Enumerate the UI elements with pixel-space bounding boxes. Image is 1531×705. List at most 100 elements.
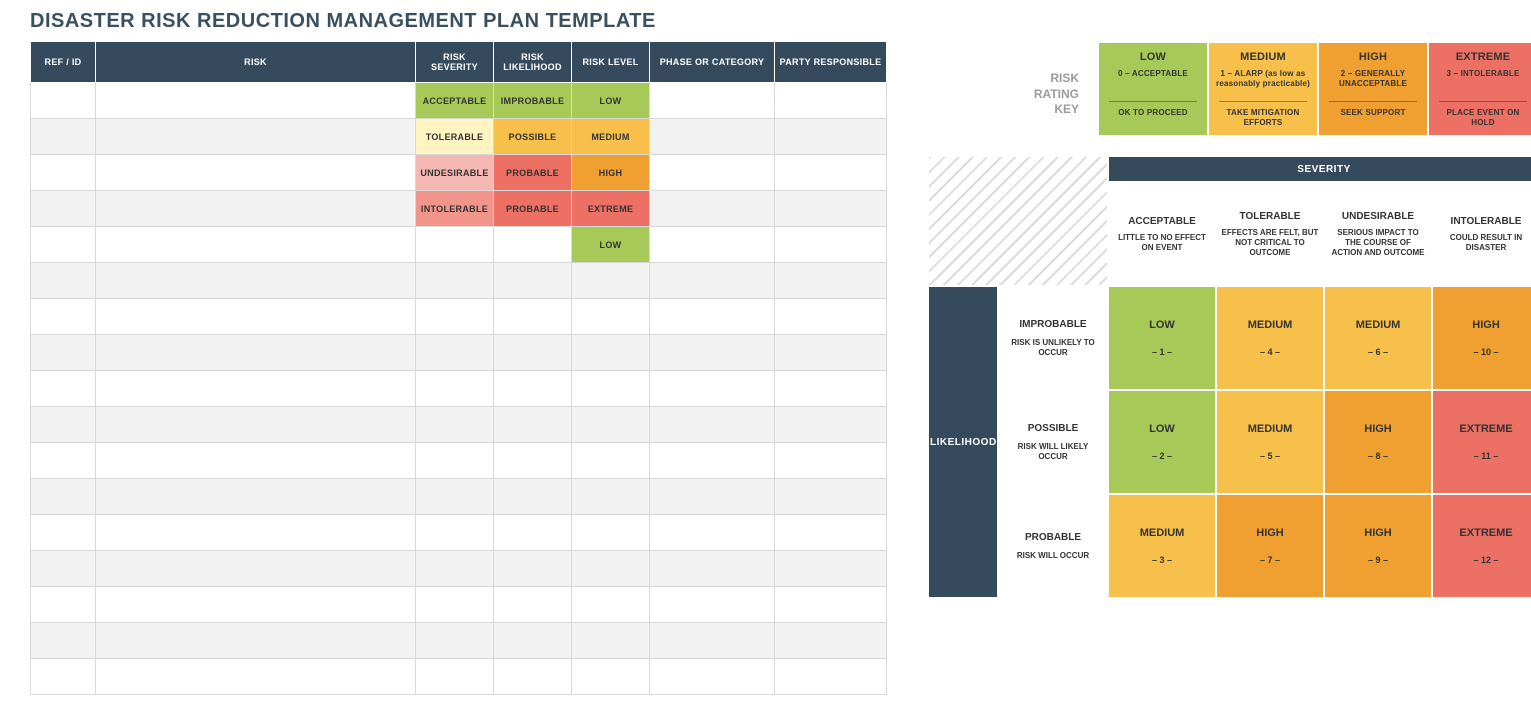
table-cell[interactable]: [96, 515, 416, 551]
table-cell[interactable]: [650, 263, 775, 299]
table-cell[interactable]: [775, 299, 887, 335]
table-cell[interactable]: [650, 479, 775, 515]
table-cell[interactable]: ACCEPTABLE: [416, 83, 494, 119]
table-cell[interactable]: [416, 479, 494, 515]
table-cell[interactable]: [31, 551, 96, 587]
table-cell[interactable]: [775, 263, 887, 299]
table-cell[interactable]: [416, 443, 494, 479]
table-cell[interactable]: [775, 443, 887, 479]
table-cell[interactable]: [775, 515, 887, 551]
table-cell[interactable]: [650, 83, 775, 119]
table-cell[interactable]: [96, 623, 416, 659]
table-cell[interactable]: [31, 407, 96, 443]
table-cell[interactable]: [31, 263, 96, 299]
table-cell[interactable]: [775, 227, 887, 263]
table-cell[interactable]: [416, 227, 494, 263]
table-cell[interactable]: [96, 227, 416, 263]
table-cell[interactable]: [494, 299, 572, 335]
table-cell[interactable]: PROBABLE: [494, 191, 572, 227]
table-cell[interactable]: [31, 299, 96, 335]
table-cell[interactable]: [96, 191, 416, 227]
table-cell[interactable]: [31, 623, 96, 659]
table-cell[interactable]: [650, 623, 775, 659]
table-cell[interactable]: [96, 551, 416, 587]
table-cell[interactable]: [572, 371, 650, 407]
table-cell[interactable]: [416, 263, 494, 299]
table-cell[interactable]: [572, 263, 650, 299]
table-cell[interactable]: [96, 479, 416, 515]
table-cell[interactable]: [96, 335, 416, 371]
table-cell[interactable]: [775, 407, 887, 443]
table-cell[interactable]: UNDESIRABLE: [416, 155, 494, 191]
table-cell[interactable]: [96, 443, 416, 479]
table-cell[interactable]: [650, 443, 775, 479]
table-cell[interactable]: [416, 335, 494, 371]
table-cell[interactable]: [572, 587, 650, 623]
table-cell[interactable]: EXTREME: [572, 191, 650, 227]
table-cell[interactable]: [416, 515, 494, 551]
table-cell[interactable]: [96, 587, 416, 623]
table-cell[interactable]: [416, 551, 494, 587]
table-cell[interactable]: [96, 299, 416, 335]
table-cell[interactable]: [494, 659, 572, 695]
table-cell[interactable]: POSSIBLE: [494, 119, 572, 155]
table-cell[interactable]: [650, 227, 775, 263]
table-cell[interactable]: [775, 587, 887, 623]
table-cell[interactable]: [416, 407, 494, 443]
table-cell[interactable]: [96, 659, 416, 695]
table-cell[interactable]: [31, 371, 96, 407]
table-cell[interactable]: [494, 263, 572, 299]
table-cell[interactable]: [494, 227, 572, 263]
table-cell[interactable]: [572, 479, 650, 515]
table-cell[interactable]: INTOLERABLE: [416, 191, 494, 227]
table-cell[interactable]: [96, 263, 416, 299]
table-cell[interactable]: [31, 659, 96, 695]
table-cell[interactable]: [650, 119, 775, 155]
table-cell[interactable]: [775, 659, 887, 695]
table-cell[interactable]: [494, 551, 572, 587]
table-cell[interactable]: [650, 299, 775, 335]
table-cell[interactable]: [775, 191, 887, 227]
table-cell[interactable]: [775, 371, 887, 407]
table-cell[interactable]: [650, 587, 775, 623]
table-cell[interactable]: [650, 551, 775, 587]
table-cell[interactable]: [572, 623, 650, 659]
table-cell[interactable]: [31, 191, 96, 227]
table-cell[interactable]: LOW: [572, 227, 650, 263]
table-cell[interactable]: [494, 587, 572, 623]
table-cell[interactable]: PROBABLE: [494, 155, 572, 191]
table-cell[interactable]: [650, 515, 775, 551]
table-cell[interactable]: [31, 119, 96, 155]
table-cell[interactable]: [31, 227, 96, 263]
table-cell[interactable]: [96, 119, 416, 155]
table-cell[interactable]: [572, 659, 650, 695]
table-cell[interactable]: [416, 587, 494, 623]
table-cell[interactable]: [96, 155, 416, 191]
table-cell[interactable]: [31, 479, 96, 515]
table-cell[interactable]: [96, 83, 416, 119]
table-cell[interactable]: [31, 83, 96, 119]
table-cell[interactable]: [416, 623, 494, 659]
table-cell[interactable]: [775, 479, 887, 515]
table-cell[interactable]: [494, 407, 572, 443]
table-cell[interactable]: [572, 407, 650, 443]
table-cell[interactable]: [31, 443, 96, 479]
table-cell[interactable]: [31, 155, 96, 191]
table-cell[interactable]: [96, 407, 416, 443]
table-cell[interactable]: [572, 515, 650, 551]
table-cell[interactable]: [775, 335, 887, 371]
table-cell[interactable]: [494, 479, 572, 515]
table-cell[interactable]: [416, 371, 494, 407]
table-cell[interactable]: [416, 299, 494, 335]
table-cell[interactable]: [416, 659, 494, 695]
table-cell[interactable]: [572, 443, 650, 479]
table-cell[interactable]: [572, 551, 650, 587]
table-cell[interactable]: [775, 83, 887, 119]
table-cell[interactable]: [494, 371, 572, 407]
table-cell[interactable]: [31, 515, 96, 551]
table-cell[interactable]: [775, 623, 887, 659]
table-cell[interactable]: [572, 335, 650, 371]
table-cell[interactable]: [31, 335, 96, 371]
table-cell[interactable]: [775, 155, 887, 191]
table-cell[interactable]: [650, 407, 775, 443]
